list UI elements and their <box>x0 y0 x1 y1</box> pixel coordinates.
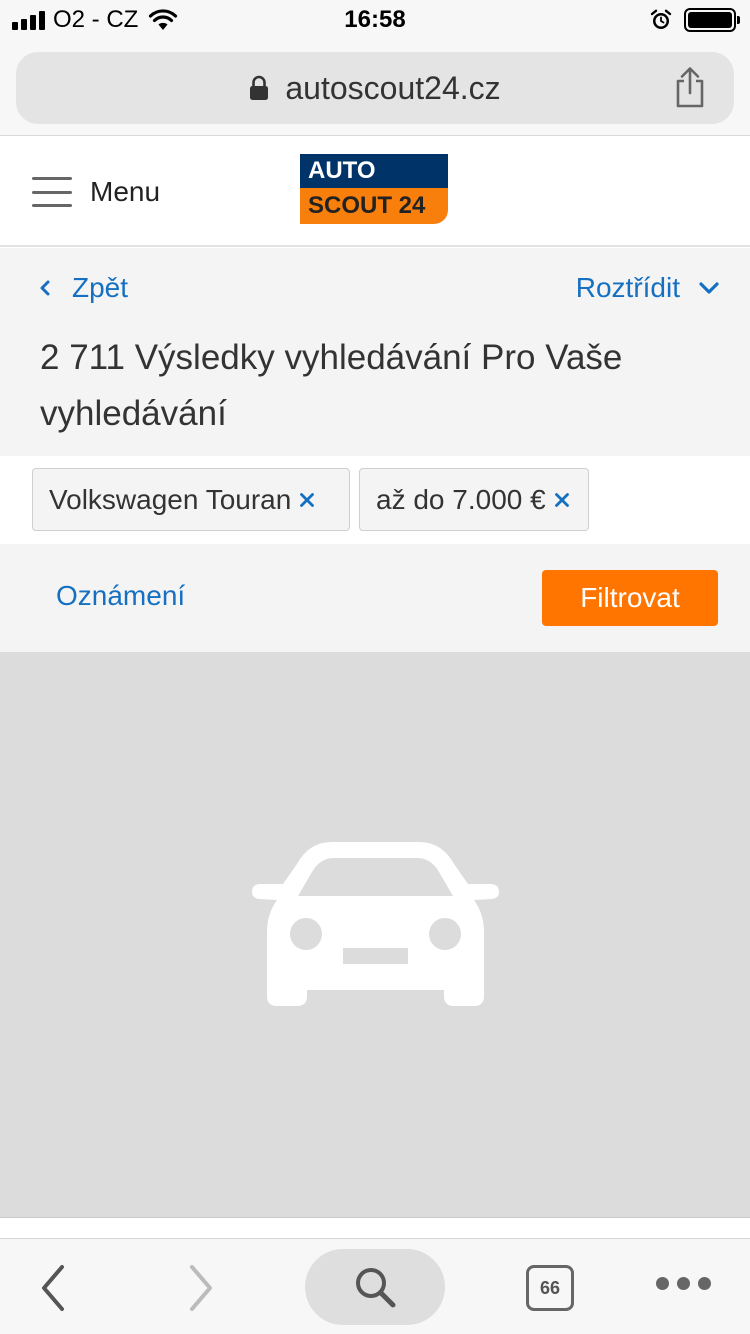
logo-text-bottom: SCOUT 24 <box>300 188 448 224</box>
more-menu-button[interactable] <box>656 1277 711 1290</box>
filter-chip-label: až do 7.000 € <box>376 483 546 515</box>
share-icon[interactable] <box>672 66 708 108</box>
url-bar[interactable]: autoscout24.cz <box>16 52 734 124</box>
search-button[interactable] <box>305 1249 445 1325</box>
lock-icon <box>250 75 269 100</box>
tabs-button[interactable]: 66 <box>526 1265 574 1311</box>
notice-link[interactable]: Oznámení <box>56 580 185 612</box>
search-icon <box>356 1268 396 1308</box>
chevron-left-icon <box>40 280 50 296</box>
battery-icon <box>684 8 740 32</box>
close-icon[interactable] <box>299 492 315 508</box>
status-right <box>650 8 740 32</box>
results-title: 2 711 Výsledky vyhledávání Pro Vaše vyhl… <box>40 338 623 433</box>
filter-chip[interactable]: až do 7.000 € <box>359 468 589 531</box>
car-icon <box>252 842 499 1006</box>
hamburger-icon <box>32 177 72 207</box>
status-bar: O2 - CZ 16:58 <box>0 0 750 40</box>
filter-button[interactable]: Filtrovat <box>542 570 718 626</box>
url-text: autoscout24.cz <box>285 69 501 106</box>
filter-chip-label: Volkswagen Touran <box>49 483 292 515</box>
actions-row: Oznámení Filtrovat <box>0 544 750 652</box>
menu-button[interactable]: Menu <box>32 167 160 217</box>
browser-top-bar: autoscout24.cz <box>0 40 750 136</box>
forward-arrow-icon[interactable] <box>186 1263 216 1313</box>
status-time: 16:58 <box>344 6 406 33</box>
chevron-down-icon <box>699 282 719 294</box>
site-header: Menu AUTO SCOUT 24 <box>0 137 750 247</box>
back-label: Zpět <box>72 272 129 303</box>
menu-label: Menu <box>90 176 161 207</box>
close-icon[interactable] <box>554 492 570 508</box>
browser-toolbar: 66 <box>0 1238 750 1334</box>
alarm-icon <box>650 9 672 29</box>
filter-chip[interactable]: Volkswagen Touran <box>32 468 350 531</box>
filter-chips: Volkswagen Touran až do 7.000 € <box>0 456 750 544</box>
logo-text-top: AUTO <box>300 154 448 188</box>
sort-dropdown[interactable]: Roztřídit <box>576 272 720 304</box>
back-arrow-icon[interactable] <box>38 1263 68 1313</box>
back-link[interactable]: Zpět <box>36 272 128 304</box>
autoscout24-logo[interactable]: AUTO SCOUT 24 <box>300 154 448 224</box>
sort-label: Roztřídit <box>575 272 680 303</box>
results-header: Zpět Roztřídit 2 711 Výsledky vyhledáván… <box>0 248 750 456</box>
listing-image-placeholder[interactable] <box>0 652 750 1218</box>
